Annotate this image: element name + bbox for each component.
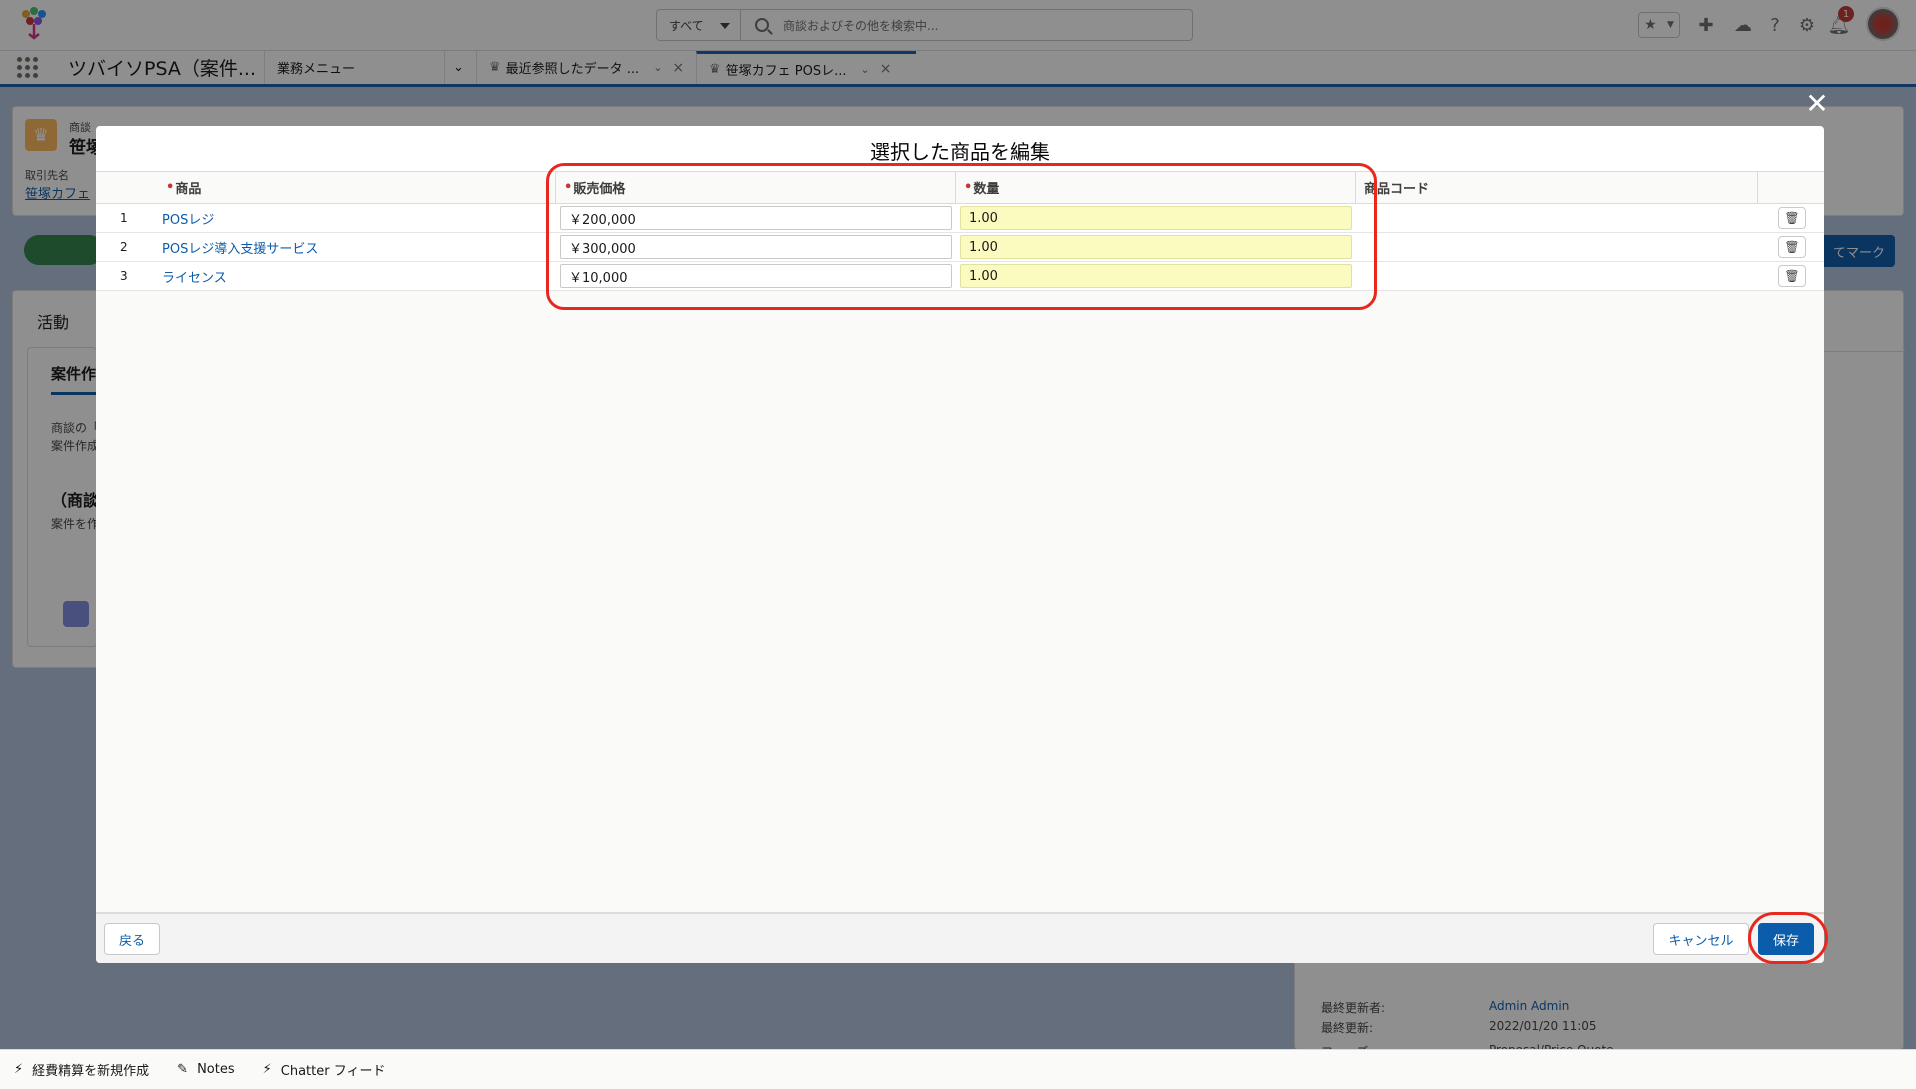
back-button[interactable]: 戻る [104, 923, 160, 955]
trash-icon: 🗑︎ [1784, 240, 1800, 254]
row-number: 3 [120, 269, 128, 283]
price-input[interactable]: ￥10,000 [560, 264, 952, 288]
modal-footer: 戻る キャンセル 保存 [96, 912, 1824, 963]
column-header-price: • 販売価格 [556, 172, 956, 203]
cancel-button[interactable]: キャンセル [1653, 923, 1749, 955]
notes-icon: ✎ [177, 1062, 189, 1077]
column-label: 商品 [175, 182, 202, 197]
row-number: 1 [120, 211, 128, 225]
modal-body: • 商品 • 販売価格 • 数量 商品コード 1 POSレジ ￥200,000 1.0… [96, 172, 1824, 912]
utility-item-new-expense[interactable]: ⚡︎ 経費精算を新規作成 [14, 1060, 149, 1079]
quantity-input[interactable]: 1.00 [960, 235, 1352, 259]
table-row: 3 ライセンス ￥10,000 1.00 🗑︎ [96, 262, 1824, 291]
lightning-icon: ⚡︎ [14, 1062, 24, 1077]
quantity-input[interactable]: 1.00 [960, 264, 1352, 288]
product-link[interactable]: POSレジ導入支援サービス [162, 238, 318, 257]
modal-title: 選択した商品を編集 [870, 140, 1050, 164]
edit-products-modal: 選択した商品を編集 • 商品 • 販売価格 • 数量 商品コード 1 POSレジ ￥2… [96, 126, 1824, 963]
close-icon[interactable]: ✕ [1800, 86, 1834, 120]
column-header-product-code: 商品コード [1356, 172, 1758, 203]
lightning-icon: ⚡︎ [262, 1062, 272, 1077]
column-header-product: • 商品 [160, 172, 556, 203]
delete-row-button[interactable]: 🗑︎ [1778, 265, 1806, 287]
save-button[interactable]: 保存 [1758, 923, 1814, 955]
utility-bar: ⚡︎ 経費精算を新規作成 ✎ Notes ⚡︎ Chatter フィード [0, 1049, 1916, 1089]
column-label: 商品コード [1364, 182, 1430, 197]
product-link[interactable]: ライセンス [162, 267, 227, 286]
table-row: 1 POSレジ ￥200,000 1.00 🗑︎ [96, 204, 1824, 233]
utility-item-label: 経費精算を新規作成 [32, 1064, 150, 1079]
utility-item-chatter[interactable]: ⚡︎ Chatter フィード [263, 1060, 386, 1079]
delete-row-button[interactable]: 🗑︎ [1778, 207, 1806, 229]
quantity-input[interactable]: 1.00 [960, 206, 1352, 230]
column-header-quantity: • 数量 [956, 172, 1356, 203]
trash-icon: 🗑︎ [1784, 211, 1800, 225]
table-header: • 商品 • 販売価格 • 数量 商品コード [96, 172, 1824, 204]
row-number: 2 [120, 240, 128, 254]
price-input[interactable]: ￥300,000 [560, 235, 952, 259]
products-table: • 商品 • 販売価格 • 数量 商品コード 1 POSレジ ￥200,000 1.0… [96, 172, 1824, 291]
row-number-header [96, 172, 160, 203]
utility-item-notes[interactable]: ✎ Notes [177, 1062, 234, 1077]
actions-header [1758, 172, 1824, 203]
utility-item-label: Chatter フィード [280, 1064, 386, 1079]
price-input[interactable]: ￥200,000 [560, 206, 952, 230]
delete-row-button[interactable]: 🗑︎ [1778, 236, 1806, 258]
table-row: 2 POSレジ導入支援サービス ￥300,000 1.00 🗑︎ [96, 233, 1824, 262]
product-link[interactable]: POSレジ [162, 209, 214, 228]
trash-icon: 🗑︎ [1784, 269, 1800, 283]
column-label: 数量 [973, 182, 1000, 197]
modal-header: 選択した商品を編集 [96, 126, 1824, 172]
utility-item-label: Notes [197, 1062, 235, 1077]
column-label: 販売価格 [573, 182, 626, 197]
